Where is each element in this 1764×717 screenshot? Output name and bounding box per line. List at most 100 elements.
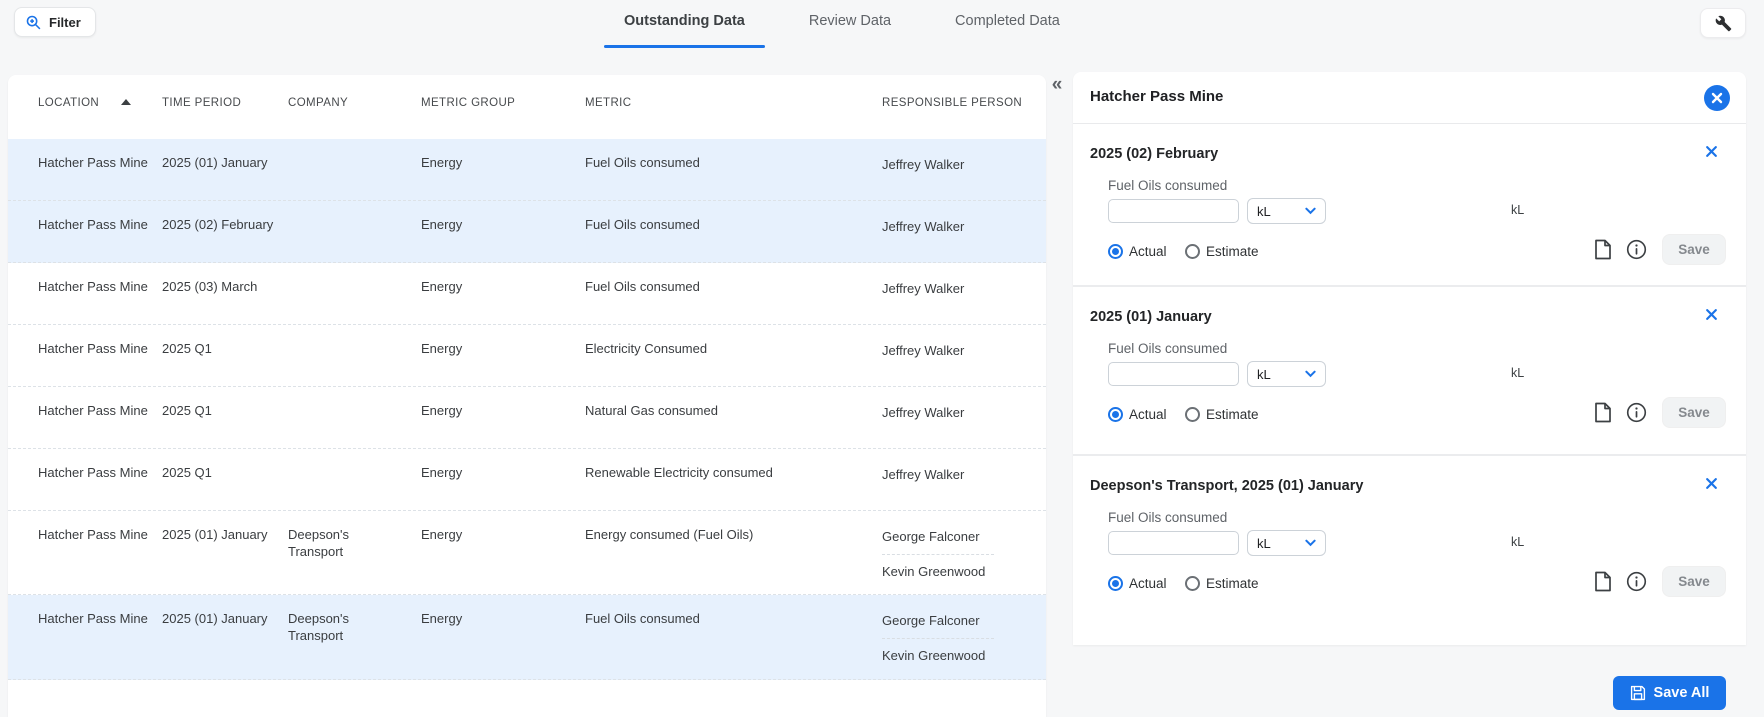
radio-actual-circle [1108, 407, 1123, 422]
radio-estimate-circle [1185, 576, 1200, 591]
radio-estimate-circle [1185, 407, 1200, 422]
panel-close-icon[interactable] [1704, 85, 1730, 111]
cell-metric-group: Energy [421, 527, 463, 542]
radio-actual[interactable]: Actual [1108, 576, 1167, 591]
cell-location: Hatcher Pass Mine [38, 403, 148, 418]
chevron-down-icon [1305, 370, 1316, 378]
table-row[interactable]: Hatcher Pass Mine 2025 Q1 Energy Electri… [8, 325, 1046, 387]
panel-title: Hatcher Pass Mine [1090, 88, 1224, 105]
unit-label: kL [1511, 366, 1525, 380]
cell-metric-group: Energy [421, 155, 463, 170]
filter-button[interactable]: Filter [14, 7, 96, 37]
table-row[interactable]: Hatcher Pass Mine 2025 (01) January Deep… [8, 511, 1046, 596]
tab-review-data[interactable]: Review Data [777, 0, 923, 50]
table-row[interactable]: Hatcher Pass Mine 2025 (01) January Ener… [8, 139, 1046, 201]
cell-location: Hatcher Pass Mine [38, 155, 148, 170]
section-title: 2025 (01) January [1090, 309, 1212, 325]
cell-responsible-person: Jeffrey Walker [882, 343, 965, 358]
radio-actual-circle [1108, 576, 1123, 591]
settings-button[interactable] [1700, 8, 1746, 38]
tab-outstanding-data[interactable]: Outstanding Data [592, 0, 777, 50]
cell-metric: Fuel Oils consumed [585, 217, 700, 232]
collapse-panel-icon[interactable]: « [1044, 72, 1070, 98]
cell-responsible-person: Jeffrey Walker [882, 281, 965, 296]
cell-metric: Fuel Oils consumed [585, 611, 700, 627]
entry-section: Deepson's Transport, 2025 (01) January F… [1073, 456, 1746, 643]
column-header-metric[interactable]: METRIC [585, 75, 882, 112]
save-all-button[interactable]: Save All [1613, 676, 1726, 710]
unit-label: kL [1511, 535, 1525, 549]
table-row[interactable]: Hatcher Pass Mine 2025 (02) February Ene… [8, 201, 1046, 263]
filter-button-label: Filter [49, 14, 81, 30]
cell-metric-group: Energy [421, 403, 463, 418]
cell-metric: Energy consumed (Fuel Oils) [585, 527, 754, 542]
section-close-icon[interactable] [1705, 142, 1723, 160]
radio-estimate-label: Estimate [1206, 576, 1259, 591]
cell-metric: Fuel Oils consumed [585, 279, 700, 294]
cell-responsible-person: Jeffrey Walker [882, 405, 965, 420]
table-row[interactable]: Hatcher Pass Mine 2025 (01) January Deep… [8, 595, 1046, 680]
column-header-metric-group[interactable]: METRIC GROUP [421, 75, 585, 112]
document-icon[interactable] [1594, 402, 1612, 423]
table-row[interactable]: Hatcher Pass Mine 2025 Q1 Energy Natural… [8, 387, 1046, 449]
save-button[interactable]: Save [1662, 234, 1726, 265]
save-button[interactable]: Save [1662, 566, 1726, 597]
radio-estimate[interactable]: Estimate [1185, 244, 1259, 259]
unit-select[interactable]: kL [1247, 198, 1326, 224]
radio-estimate[interactable]: Estimate [1185, 576, 1259, 591]
unit-select-value: kL [1257, 535, 1271, 551]
radio-estimate[interactable]: Estimate [1185, 407, 1259, 422]
tab-completed-data[interactable]: Completed Data [923, 0, 1092, 50]
table-row[interactable]: Hatcher Pass Mine 2025 (03) March Energy… [8, 263, 1046, 325]
cell-time-period: 2025 Q1 [162, 341, 212, 356]
cell-responsible-person: Jeffrey Walker [882, 467, 965, 482]
cell-location: Hatcher Pass Mine [38, 279, 148, 294]
info-icon[interactable] [1626, 571, 1647, 592]
column-header-responsible-person[interactable]: RESPONSIBLE PERSON [882, 75, 1046, 112]
tab-bar: Outstanding Data Review Data Completed D… [592, 0, 1092, 50]
section-close-icon[interactable] [1705, 305, 1723, 323]
unit-select-value: kL [1257, 203, 1271, 219]
value-input[interactable] [1108, 199, 1239, 223]
save-button[interactable]: Save [1662, 397, 1726, 428]
wrench-icon [1715, 15, 1732, 32]
radio-actual[interactable]: Actual [1108, 407, 1167, 422]
cell-time-period: 2025 Q1 [162, 403, 212, 418]
cell-company [288, 139, 421, 200]
cell-location: Hatcher Pass Mine [38, 341, 148, 356]
cell-metric-group: Energy [421, 341, 463, 356]
cell-location: Hatcher Pass Mine [38, 465, 148, 480]
info-icon[interactable] [1626, 239, 1647, 260]
radio-estimate-label: Estimate [1206, 244, 1259, 259]
value-input[interactable] [1108, 531, 1239, 555]
table-body: Hatcher Pass Mine 2025 (01) January Ener… [8, 139, 1046, 680]
column-header-company[interactable]: COMPANY [288, 75, 421, 112]
cell-time-period: 2025 (01) January [162, 155, 268, 170]
cell-company [288, 325, 421, 386]
column-header-time-period[interactable]: TIME PERIOD [162, 75, 288, 112]
cell-location: Hatcher Pass Mine [38, 611, 148, 627]
save-disk-icon [1630, 685, 1646, 701]
metric-label: Fuel Oils consumed [1108, 341, 1228, 356]
cell-metric: Fuel Oils consumed [585, 155, 700, 170]
metric-label: Fuel Oils consumed [1108, 178, 1228, 193]
unit-select[interactable]: kL [1247, 361, 1326, 387]
document-icon[interactable] [1594, 571, 1612, 592]
cell-time-period: 2025 (01) January [162, 611, 268, 627]
metric-label: Fuel Oils consumed [1108, 510, 1228, 525]
column-header-location[interactable]: LOCATION [38, 75, 162, 112]
cell-metric: Electricity Consumed [585, 341, 708, 356]
unit-select[interactable]: kL [1247, 530, 1326, 556]
entry-section: 2025 (02) February Fuel Oils consumed kL… [1073, 124, 1746, 287]
unit-label: kL [1511, 203, 1525, 217]
entry-section: 2025 (01) January Fuel Oils consumed kL … [1073, 287, 1746, 456]
document-icon[interactable] [1594, 239, 1612, 260]
value-input[interactable] [1108, 362, 1239, 386]
section-close-icon[interactable] [1705, 474, 1723, 492]
table-row[interactable]: Hatcher Pass Mine 2025 Q1 Energy Renewab… [8, 449, 1046, 511]
info-icon[interactable] [1626, 402, 1647, 423]
chevron-down-icon [1305, 539, 1316, 547]
radio-actual-circle [1108, 244, 1123, 259]
radio-actual[interactable]: Actual [1108, 244, 1167, 259]
cell-responsible-person: George Falconer Kevin Greenwood [882, 511, 1000, 594]
